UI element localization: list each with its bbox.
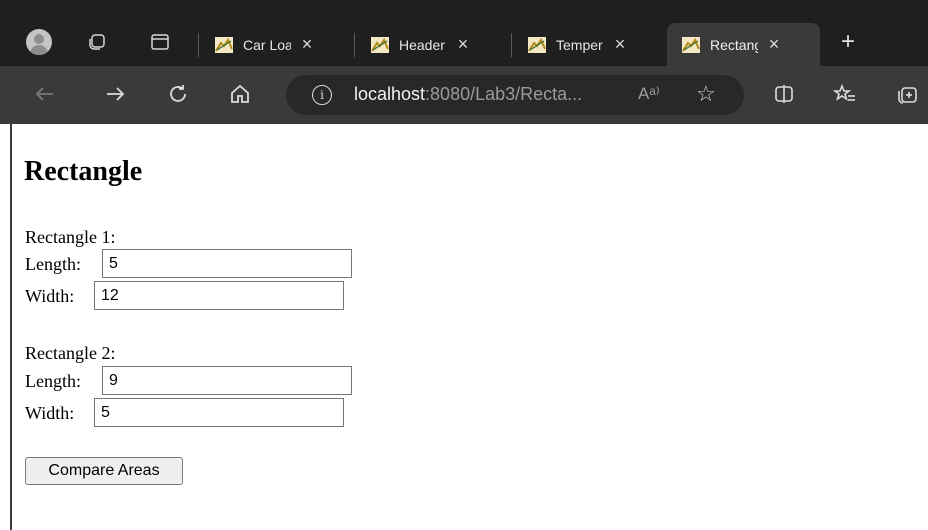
split-screen-icon[interactable] — [772, 82, 796, 111]
refresh-icon[interactable] — [166, 82, 190, 111]
tab-label: Header — [399, 36, 445, 53]
profile-avatar-icon[interactable] — [26, 29, 52, 55]
tab-label: Car Loan — [243, 36, 291, 53]
new-tab-icon[interactable]: + — [841, 28, 855, 56]
compare-areas-button[interactable]: Compare Areas — [25, 457, 183, 485]
favorites-list-icon[interactable] — [832, 82, 857, 111]
home-icon[interactable] — [228, 82, 252, 111]
tomcat-favicon-icon — [215, 36, 233, 53]
rect2-width-input[interactable] — [94, 398, 344, 427]
collections-icon[interactable] — [895, 82, 919, 111]
rect1-width-input[interactable] — [94, 281, 344, 310]
close-icon[interactable]: × — [299, 34, 315, 55]
rect1-length-label: Length: — [25, 254, 81, 274]
rect2-width-label: Width: — [25, 403, 75, 423]
url-path: :8080/Lab3/Recta... — [425, 84, 583, 104]
tomcat-favicon-icon — [528, 36, 546, 53]
rect2-heading: Rectangle 2: — [25, 343, 116, 363]
tomcat-favicon-icon — [682, 36, 700, 53]
tab-temperature[interactable]: Temper × — [513, 23, 663, 66]
read-aloud-icon[interactable]: Aᵃ⁾ — [638, 84, 660, 104]
rect1-width-label: Width: — [25, 286, 75, 306]
close-icon[interactable]: × — [766, 34, 782, 55]
tab-rectangle[interactable]: Rectang × — [667, 23, 820, 66]
workspaces-icon[interactable] — [85, 30, 109, 54]
tomcat-favicon-icon — [371, 36, 389, 53]
close-icon[interactable]: × — [455, 34, 471, 55]
tab-car-loan[interactable]: Car Loan × — [200, 23, 350, 66]
page-title: Rectangle — [24, 156, 143, 187]
favorite-star-icon[interactable]: ☆ — [696, 81, 716, 107]
tab-separator — [354, 33, 355, 57]
rect2-length-input[interactable] — [102, 366, 352, 395]
tab-header[interactable]: Header × — [356, 23, 508, 66]
tab-actions-icon[interactable] — [148, 30, 172, 54]
tab-separator — [198, 33, 199, 57]
url-host: localhost — [354, 84, 426, 104]
forward-arrow-icon[interactable] — [103, 82, 127, 111]
tab-label: Temper — [556, 36, 603, 53]
rect1-heading: Rectangle 1: — [25, 227, 116, 247]
rect1-length-input[interactable] — [102, 249, 352, 278]
tab-separator — [511, 33, 512, 57]
close-icon[interactable]: × — [612, 34, 628, 55]
address-bar[interactable]: i localhost:8080/Lab3/Recta... Aᵃ⁾ ☆ — [286, 75, 744, 115]
tab-label: Rectang — [710, 36, 758, 53]
url-text: localhost:8080/Lab3/Recta... — [354, 84, 582, 105]
site-info-icon[interactable]: i — [312, 85, 332, 105]
rect2-length-label: Length: — [25, 371, 81, 391]
back-arrow-icon[interactable] — [33, 82, 57, 111]
